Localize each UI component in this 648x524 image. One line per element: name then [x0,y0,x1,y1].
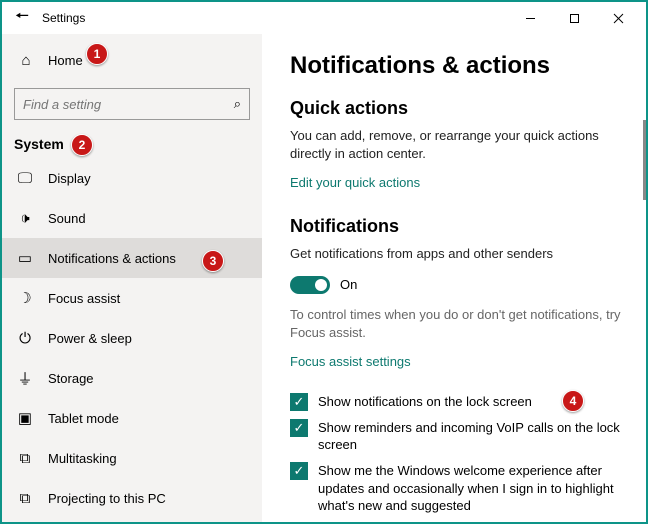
sidebar-item-display[interactable]: 🖵 Display [2,158,262,198]
search-box[interactable]: ⌕ [14,88,250,120]
annotation-badge-3: 3 [202,250,224,272]
sidebar-item-storage[interactable]: ⏚ Storage [2,358,262,398]
focus-assist-icon: ☽ [14,289,36,307]
sidebar-item-sound[interactable]: 🕩 Sound [2,198,262,238]
notifications-toggle[interactable] [290,276,330,294]
focus-assist-settings-link[interactable]: Focus assist settings [290,354,411,369]
minimize-button[interactable] [508,3,552,33]
quick-actions-desc: You can add, remove, or rearrange your q… [290,127,622,163]
toggle-state-label: On [340,277,357,292]
focus-assist-hint: To control times when you do or don't ge… [290,306,622,342]
sidebar-item-label: Focus assist [48,291,120,306]
back-button[interactable]: 🠔 [8,5,36,32]
main-panel: Notifications & actions Quick actions Yo… [262,34,646,522]
page-title: Notifications & actions [290,52,622,80]
notifications-icon: ▭ [14,249,36,267]
check-label: Show me the Windows welcome experience a… [318,462,622,515]
sidebar-item-label: Storage [48,371,94,386]
projecting-icon: ⧉ [14,490,36,507]
annotation-badge-2: 2 [71,134,93,156]
sound-icon: 🕩 [14,210,36,227]
search-input[interactable] [23,97,234,112]
check-welcome-experience[interactable]: ✓ Show me the Windows welcome experience … [290,462,622,515]
home-icon: ⌂ [14,52,38,69]
annotation-badge-1: 1 [86,43,108,65]
scrollbar[interactable] [643,120,646,200]
checkbox-icon[interactable]: ✓ [290,419,308,437]
sidebar-item-label: Notifications & actions [48,251,176,266]
edit-quick-actions-link[interactable]: Edit your quick actions [290,175,420,190]
check-label: Show reminders and incoming VoIP calls o… [318,419,622,454]
checkbox-icon[interactable]: ✓ [290,462,308,480]
annotation-badge-4: 4 [562,390,584,412]
sidebar-item-multitasking[interactable]: ⧉ Multitasking [2,438,262,478]
sidebar-home[interactable]: ⌂ Home [14,42,250,78]
sidebar-item-power-sleep[interactable]: ⏻ Power & sleep [2,318,262,358]
close-button[interactable] [596,3,640,33]
storage-icon: ⏚ [14,368,36,389]
checkbox-icon[interactable]: ✓ [290,393,308,411]
check-reminders-voip[interactable]: ✓ Show reminders and incoming VoIP calls … [290,419,622,454]
sidebar-item-projecting[interactable]: ⧉ Projecting to this PC [2,478,262,518]
display-icon: 🖵 [14,170,36,187]
multitasking-icon: ⧉ [14,450,36,467]
titlebar: 🠔 Settings [2,2,646,34]
tablet-icon: ▣ [14,409,36,427]
sidebar-item-label: Multitasking [48,451,117,466]
maximize-button[interactable] [552,3,596,33]
sidebar-item-label: Projecting to this PC [48,491,166,506]
search-icon: ⌕ [234,96,241,112]
notifications-heading: Notifications [290,216,622,237]
get-notifications-label: Get notifications from apps and other se… [290,245,622,263]
sidebar-item-label: Tablet mode [48,411,119,426]
sidebar-item-tablet-mode[interactable]: ▣ Tablet mode [2,398,262,438]
check-label: Show notifications on the lock screen [318,393,532,411]
sidebar-item-label: Power & sleep [48,331,132,346]
window-title: Settings [42,11,508,25]
sidebar-item-label: Display [48,171,91,186]
sidebar: ⌂ Home ⌕ System 🖵 Display 🕩 Sound ▭ Notific… [2,34,262,522]
sidebar-heading: System [14,136,250,152]
home-label: Home [48,53,83,68]
quick-actions-heading: Quick actions [290,98,622,119]
sidebar-item-focus-assist[interactable]: ☽ Focus assist [2,278,262,318]
power-icon: ⏻ [14,330,36,347]
sidebar-item-label: Sound [48,211,86,226]
